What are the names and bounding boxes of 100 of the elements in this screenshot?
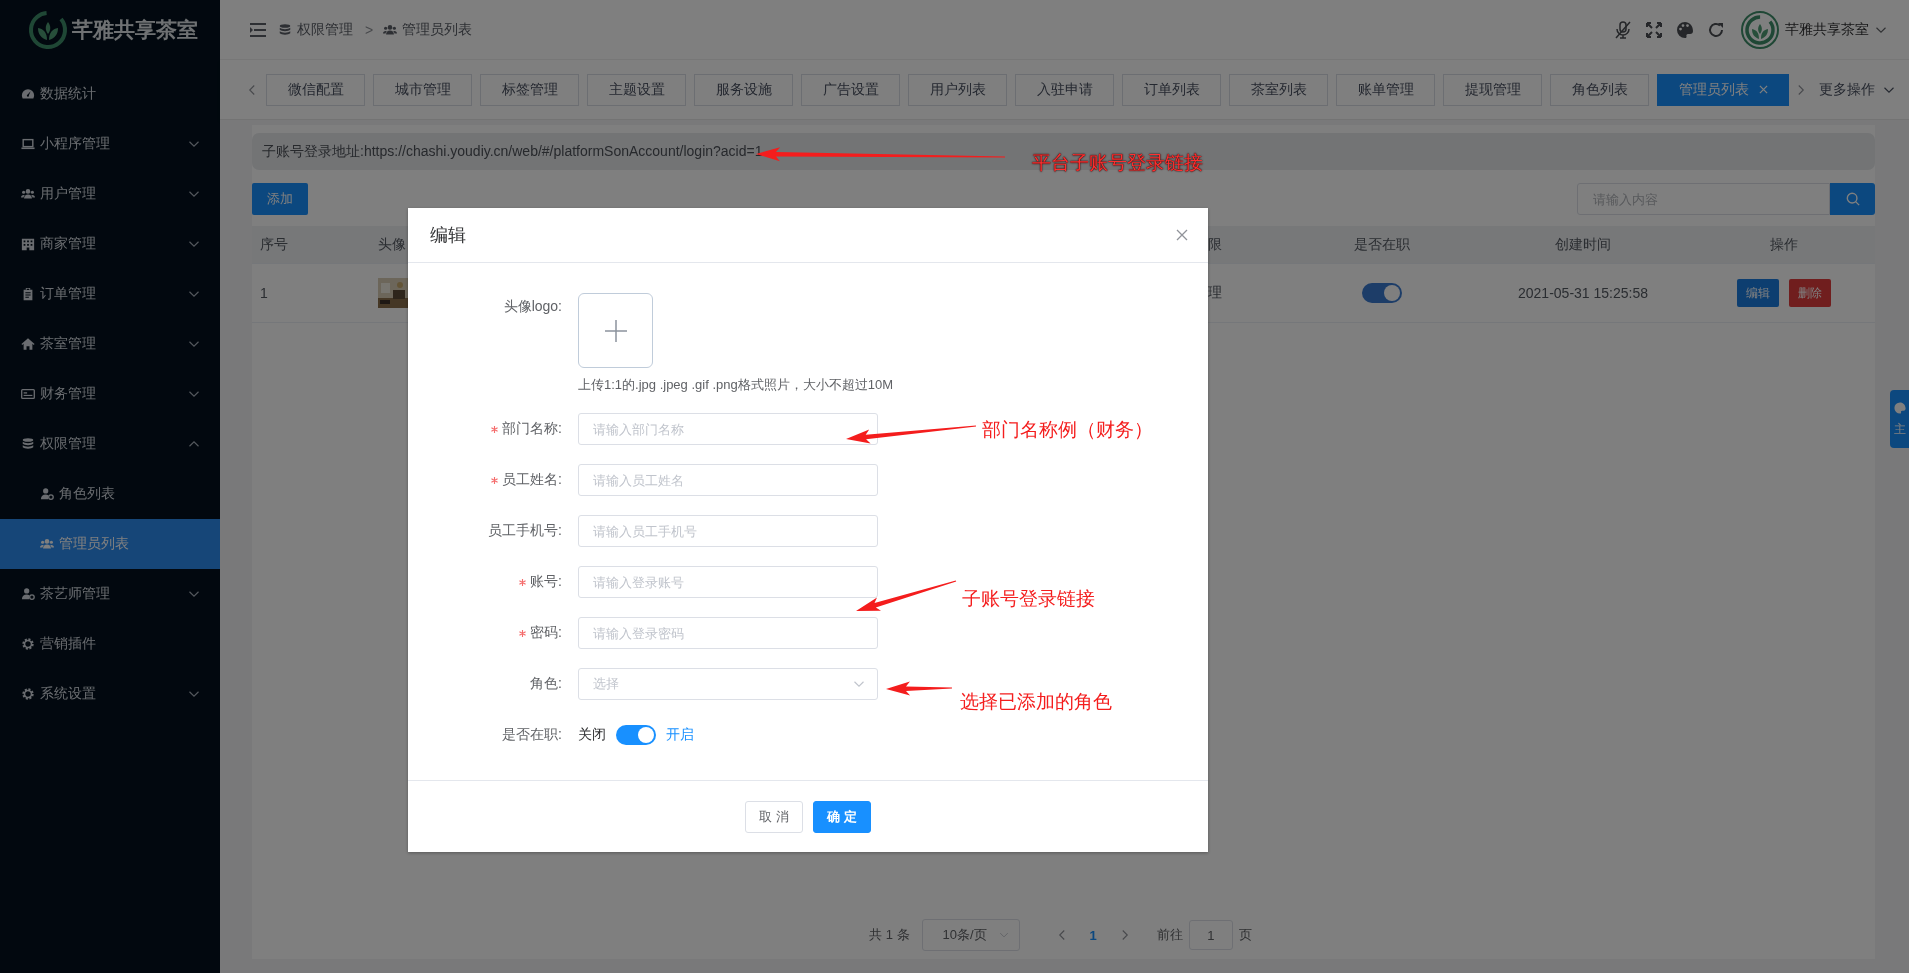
microphone-off-icon[interactable] [1613,19,1633,40]
column-header: 操作 [1768,235,1799,254]
users-icon [40,537,54,551]
field-label: 账号: [530,573,562,591]
field-label: 部门名称: [502,420,562,438]
table-cell-text: 1 [259,285,269,301]
users-icon [383,22,398,37]
search-icon [1845,192,1860,206]
sidebar-item[interactable]: 订单管理 [0,269,220,319]
input-field[interactable]: 请输入登录账号 [578,566,878,598]
column-header: 限 [1208,235,1223,254]
column-header: 序号 [259,235,289,254]
confirm-button[interactable]: 确 定 [813,801,871,833]
close-icon[interactable] [1176,229,1188,241]
user-icon [21,587,35,601]
building-icon [21,237,35,251]
users-icon [21,187,35,201]
tab[interactable]: 订单列表 [1122,73,1221,106]
switch-on-label: 开启 [666,726,694,744]
field-label: 是否在职: [502,726,562,744]
tab[interactable]: 城市管理 [373,73,472,106]
sidebar-item[interactable]: 管理员列表 [0,519,220,569]
laptop-icon [21,137,35,151]
annotation-text: 选择已添加的角色 [960,690,1112,714]
column-header: 创建时间 [1554,235,1612,254]
fullscreen-icon[interactable] [1645,20,1663,39]
add-button[interactable]: 添加 [252,183,308,215]
sidebar-item[interactable]: 用户管理 [0,169,220,219]
more-actions-dropdown[interactable]: 更多操作 [1819,80,1895,99]
sidebar-item[interactable]: 权限管理 [0,419,220,469]
dialog-title: 编辑 [430,224,466,247]
field-label: 密码: [530,624,562,642]
total-count: 共 1 条 [869,926,910,944]
sidebar-item[interactable]: 营销插件 [0,619,220,669]
sidebar-item[interactable]: 财务管理 [0,369,220,419]
tab[interactable]: 茶室列表 [1229,73,1328,106]
tab[interactable]: 提现管理 [1443,73,1542,106]
toggle-switch[interactable] [616,725,656,745]
page-suffix: 页 [1238,926,1252,944]
logo-text: 芊雅共享茶室 [72,17,198,43]
page-size-select[interactable]: 10条/页 [921,919,1020,951]
breadcrumb-separator: > [365,21,374,38]
input-field[interactable]: 请输入员工姓名 [578,464,878,496]
annotation-text: 部门名称例（财务） [982,418,1153,442]
sidebar-item[interactable]: 角色列表 [0,469,220,519]
house-icon [21,337,35,351]
plus-icon [603,318,628,343]
annotation-text: 平台子账号登录链接 [1032,151,1203,175]
tab[interactable]: 服务设施 [694,73,793,106]
sidebar-item[interactable]: 茶艺师管理 [0,569,220,619]
cancel-button[interactable]: 取 消 [745,801,803,833]
tab[interactable]: 微信配置 [266,73,365,106]
clipboard-icon [21,287,35,301]
sidebar-item[interactable]: 小程序管理 [0,119,220,169]
tab[interactable]: 管理员列表 [1657,73,1789,106]
input-field[interactable]: 请输入员工手机号 [578,515,878,547]
coins-icon [278,22,292,37]
table-cell-text: 2021-05-31 15:25:58 [1517,285,1649,301]
tab[interactable]: 标签管理 [480,73,579,106]
card-icon [21,387,35,401]
tab[interactable]: 广告设置 [801,73,900,106]
column-header: 是否在职 [1353,235,1411,254]
tab[interactable]: 账单管理 [1336,73,1435,106]
page-number[interactable]: 1 [1079,927,1107,943]
field-label: 员工姓名: [502,471,562,489]
upload-box[interactable] [578,293,653,368]
tab[interactable]: 主题设置 [587,73,686,106]
sidebar-item[interactable]: 商家管理 [0,219,220,269]
theme-button[interactable]: 主 [1890,390,1909,448]
refresh-icon[interactable] [1707,20,1725,39]
sidebar-item[interactable]: 数据统计 [0,69,220,119]
tab[interactable]: 入驻申请 [1015,73,1114,106]
delete-button[interactable]: 删除 [1788,279,1831,307]
breadcrumb-item[interactable]: 权限管理 [297,20,353,39]
coins-icon [21,437,35,451]
edit-button[interactable]: 编辑 [1736,279,1779,307]
breadcrumb-item[interactable]: 管理员列表 [402,20,473,39]
sidebar-item[interactable]: 系统设置 [0,669,220,719]
toggle-switch[interactable] [1362,283,1402,303]
field-label: 角色: [530,675,562,693]
search-button[interactable] [1830,183,1875,215]
annotation-text: 子账号登录链接 [962,587,1095,611]
menu-icon[interactable] [250,22,266,37]
gear-icon [21,687,35,701]
avatar-icon[interactable] [1741,10,1779,49]
page-input[interactable]: 1 [1188,920,1233,950]
table-cell-text: 理 [1208,284,1223,302]
field-label: 头像logo: [503,298,562,316]
user-icon [40,487,54,501]
upload-hint: 上传1:1的.jpg .jpeg .gif .png格式照片，大小不超过10M [578,376,893,394]
field-label: 员工手机号: [488,522,562,540]
input-field[interactable]: 请输入登录密码 [578,617,878,649]
gauge-icon [21,87,35,101]
user-name[interactable]: 芊雅共享茶室 [1785,20,1869,39]
sidebar-item[interactable]: 茶室管理 [0,319,220,369]
caret-icon [998,930,1009,940]
leaf-logo-icon [28,10,68,50]
tab[interactable]: 用户列表 [908,73,1007,106]
tab[interactable]: 角色列表 [1550,73,1649,106]
switch-off-label: 关闭 [578,726,606,744]
